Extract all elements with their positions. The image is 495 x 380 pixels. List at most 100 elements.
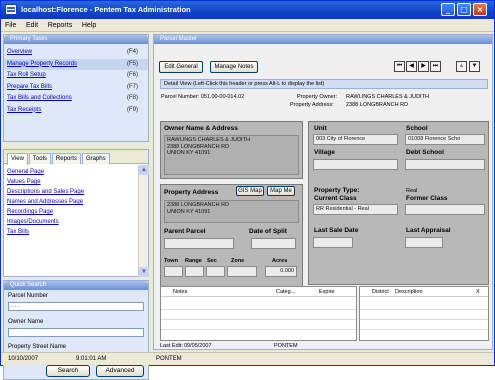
notes-table[interactable]: Notes Categ... Expire [160,286,357,341]
status-date: 10/10/2007 [8,356,39,362]
property-address-field[interactable]: 2388 LONGBRANCH RD UNION KY 41091 [164,200,299,223]
district-column-header[interactable]: District [372,289,389,295]
manage-notes-button[interactable]: Manage Notes [210,61,258,73]
property-address-box: Property Address GIS Map Map Me 2388 LON… [160,184,303,288]
task-tax-bills-collections[interactable]: Tax Bills and Collections (F8) [4,93,148,105]
last-sale-date-field[interactable] [313,237,353,248]
current-class-field[interactable]: RR Residential - Real [313,204,398,215]
expand-down-icon[interactable]: ▼ [469,61,480,72]
advanced-button[interactable]: Advanced [96,365,144,377]
link-general-page[interactable]: General Page [4,167,148,177]
district-table[interactable]: District Description X [359,286,489,341]
view-links-scrollbar[interactable]: ▲ ▼ [138,165,149,277]
task-key: (F7) [127,83,138,90]
acres-field[interactable]: 0.000 [265,266,297,277]
zone-label: Zone [231,258,245,264]
range-field[interactable] [185,266,204,277]
expire-column-header[interactable]: Expire [319,289,335,295]
link-names-addresses-page[interactable]: Names and Addresses Page [4,197,148,207]
date-of-split-label: Date of Split [249,228,287,235]
first-record-icon[interactable]: ⏮ [394,61,405,72]
tab-view[interactable]: View [7,153,28,165]
status-user: PONTEM [156,356,182,362]
date-of-split-field[interactable] [251,238,296,249]
last-edit-user: PONTEM [274,343,298,349]
district-table-header: District Description X [360,287,488,297]
parcel-master-panel: Parcel Master Edit General Manage Notes … [153,34,493,350]
last-edit-date: 09/05/2007 [184,343,212,349]
town-field[interactable] [164,266,183,277]
task-overview[interactable]: Overview (F4) [4,47,148,59]
range-label: Range [185,258,202,264]
acres-label: Acres [272,258,288,264]
x-column-header[interactable]: X [476,289,480,295]
scroll-up-icon[interactable]: ▲ [139,165,149,175]
menu-reports[interactable]: Reports [48,19,73,32]
menu-help[interactable]: Help [82,19,96,32]
menu-file[interactable]: File [5,19,16,32]
menu-bar: File Edit Reports Help [1,19,494,32]
parent-parcel-field[interactable] [164,238,234,249]
description-column-header[interactable]: Description [395,289,423,295]
last-appraisal-field[interactable] [405,237,443,248]
menu-edit[interactable]: Edit [26,19,38,32]
task-key: (F5) [127,60,138,67]
former-class-field[interactable] [405,204,485,215]
task-tax-roll-setup[interactable]: Tax Roll Setup (F6) [4,70,148,82]
gis-map-button[interactable]: GIS Map [236,186,264,196]
street-name-label: Property Street Name [8,344,67,350]
last-appraisal-label: Last Appraisal [406,227,451,234]
task-tax-receipts[interactable]: Tax Receipts (F9) [4,105,148,117]
category-column-header[interactable]: Categ... [276,289,295,295]
search-button[interactable]: Search [46,365,90,377]
owner-address-field[interactable]: RAWLINGS CHARLES & JUDITH 2388 LONGBRANC… [164,135,299,175]
parcel-number-input[interactable]: - - - [8,302,144,311]
detail-view-header[interactable]: Detail View (Left-Click this header or p… [160,79,488,89]
grid-line [360,319,488,320]
town-label: Town [164,258,178,264]
notes-column-header[interactable]: Notes [173,289,187,295]
app-icon [5,4,17,15]
maximize-icon[interactable]: □ [457,3,471,16]
title-bar[interactable]: localhost:Florence - Pentem Tax Administ… [1,1,494,19]
previous-record-icon[interactable]: ◀ [406,61,417,72]
link-tax-bills[interactable]: Tax Bills [4,227,148,237]
tab-tools[interactable]: Tools [28,153,51,164]
link-images-documents[interactable]: Images/Documents [4,217,148,227]
status-bar: 10/10/2007 9:01:01 AM PONTEM [1,352,494,365]
property-type-value: Real [406,188,418,194]
owner-name-input[interactable] [8,328,144,337]
village-label: Village [314,149,335,156]
village-field[interactable] [313,159,398,170]
edit-general-button[interactable]: Edit General [159,61,203,73]
former-class-label: Former Class [406,195,448,202]
window-title: localhost:Florence - Pentem Tax Administ… [21,5,191,14]
current-class-label: Current Class [314,195,357,202]
task-manage-property-records[interactable]: Manage Property Records (F5) [4,58,148,70]
zone-field[interactable] [227,266,257,277]
minimize-icon[interactable]: _ [441,3,455,16]
close-icon[interactable]: × [473,3,487,16]
classification-box: Unit School 003 City of Florence 01008 F… [308,121,489,285]
collapse-up-icon[interactable]: ▲ [456,61,467,72]
scroll-down-icon[interactable]: ▼ [139,267,149,277]
property-type-label: Property Type: [314,187,360,194]
task-key: (F4) [127,49,138,55]
tab-reports[interactable]: Reports [51,153,81,164]
link-recordings-page[interactable]: Recordings Page [4,207,148,217]
unit-field[interactable]: 003 City of Florence [313,134,398,145]
next-record-icon[interactable]: ▶ [418,61,429,72]
debt-school-field[interactable] [405,159,485,170]
property-address-title: Property Address [164,189,219,196]
section-field[interactable] [206,266,225,277]
app-window: localhost:Florence - Pentem Tax Administ… [0,0,495,380]
task-prepare-tax-bills[interactable]: Prepare Tax Bills (F7) [4,82,148,94]
tab-graphs[interactable]: Graphs [81,153,110,164]
last-edit-label: Last Edit: [160,343,183,349]
parcel-master-title: Parcel Master [154,35,492,44]
school-field[interactable]: 01008 Florence Scho [405,134,485,145]
link-values-page[interactable]: Values Page [4,177,148,187]
last-record-icon[interactable]: ⏭ [430,61,441,72]
link-descriptions-sales-page[interactable]: Descriptions and Sales Page [4,187,148,197]
map-me-button[interactable]: Map Me [267,186,295,196]
